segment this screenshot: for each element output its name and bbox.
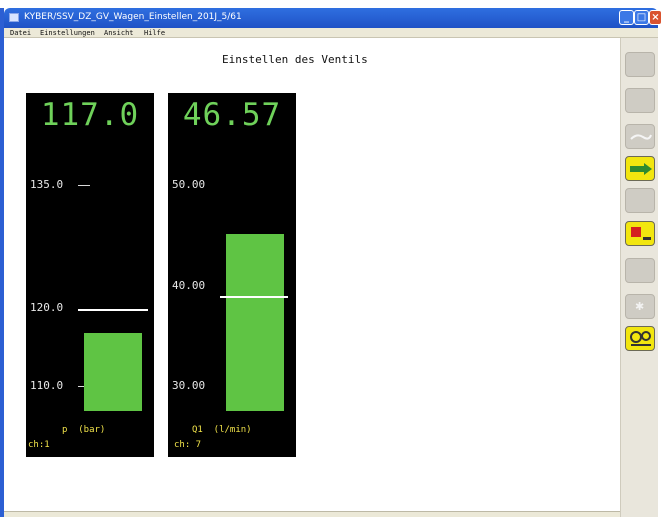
flow-tick-high: 50.00 <box>172 178 206 191</box>
maximize-button[interactable]: □ <box>634 10 649 25</box>
page-title: Einstellen des Ventils <box>222 53 368 66</box>
status-strip <box>4 511 620 517</box>
toolbar-button-7[interactable] <box>625 258 655 283</box>
arrow-right-icon <box>628 161 654 181</box>
menu-bar: Datei Einstellungen Ansicht Hilfe <box>4 28 658 38</box>
flow-tick-mid: 40.00 <box>172 279 206 292</box>
flow-value: 46.57 <box>182 97 282 133</box>
flow-setpoint-line <box>220 296 288 299</box>
flow-gauge: 46.57 50.00 40.00 30.00 Q1 (l/min) ch: 7 <box>168 93 296 457</box>
pressure-value: 117.0 <box>40 97 140 133</box>
flow-tick-low: 30.00 <box>172 379 206 392</box>
pressure-bar <box>84 332 142 411</box>
star-icon: ✱ <box>635 300 645 313</box>
toolbar-button-3[interactable] <box>625 124 655 149</box>
toolbar-button-1[interactable] <box>625 52 655 77</box>
menu-item-view[interactable]: Ansicht <box>104 28 134 38</box>
toolbar-button-2[interactable] <box>625 88 655 113</box>
stop-icon <box>628 225 654 247</box>
toolbar-button-5[interactable] <box>625 188 655 213</box>
pressure-setpoint-line <box>78 309 148 312</box>
close-button[interactable]: × <box>649 10 662 25</box>
app-icon <box>9 13 19 22</box>
toolbar-stop-button[interactable] <box>625 221 655 246</box>
toolbar-forward-button[interactable] <box>625 156 655 181</box>
toolbar-settings-button[interactable] <box>625 326 655 351</box>
pressure-tick-low: 110.0 <box>30 379 64 392</box>
right-toolbar: ✱ <box>620 38 658 517</box>
minimize-button[interactable]: _ <box>619 10 634 25</box>
title-bar[interactable]: KYBER/SSV_DZ_GV_Wagen_Einstellen_201J_5/… <box>4 8 662 28</box>
pressure-tick-mid: 120.0 <box>30 301 64 314</box>
pressure-channel-label: ch:1 <box>28 440 50 450</box>
flow-channel-label: ch: 7 <box>174 440 202 450</box>
flow-bar <box>226 233 284 411</box>
menu-item-settings[interactable]: Einstellungen <box>40 28 95 38</box>
menu-item-file[interactable]: Datei <box>10 28 31 38</box>
toolbar-button-8[interactable]: ✱ <box>625 294 655 319</box>
flow-unit-label: Q1 (l/min) <box>192 425 252 435</box>
pressure-tick-dash-high <box>78 185 90 186</box>
pressure-tick-high: 135.0 <box>30 178 64 191</box>
pressure-unit-label: p (bar) <box>62 425 106 435</box>
pressure-gauge: 117.0 135.0 120.0 110.0 p (bar) ch:1 <box>26 93 154 457</box>
gears-icon <box>628 329 654 353</box>
window-title: KYBER/SSV_DZ_GV_Wagen_Einstellen_201J_5/… <box>24 12 242 22</box>
wave-icon <box>629 131 653 145</box>
menu-item-help[interactable]: Hilfe <box>144 28 165 38</box>
